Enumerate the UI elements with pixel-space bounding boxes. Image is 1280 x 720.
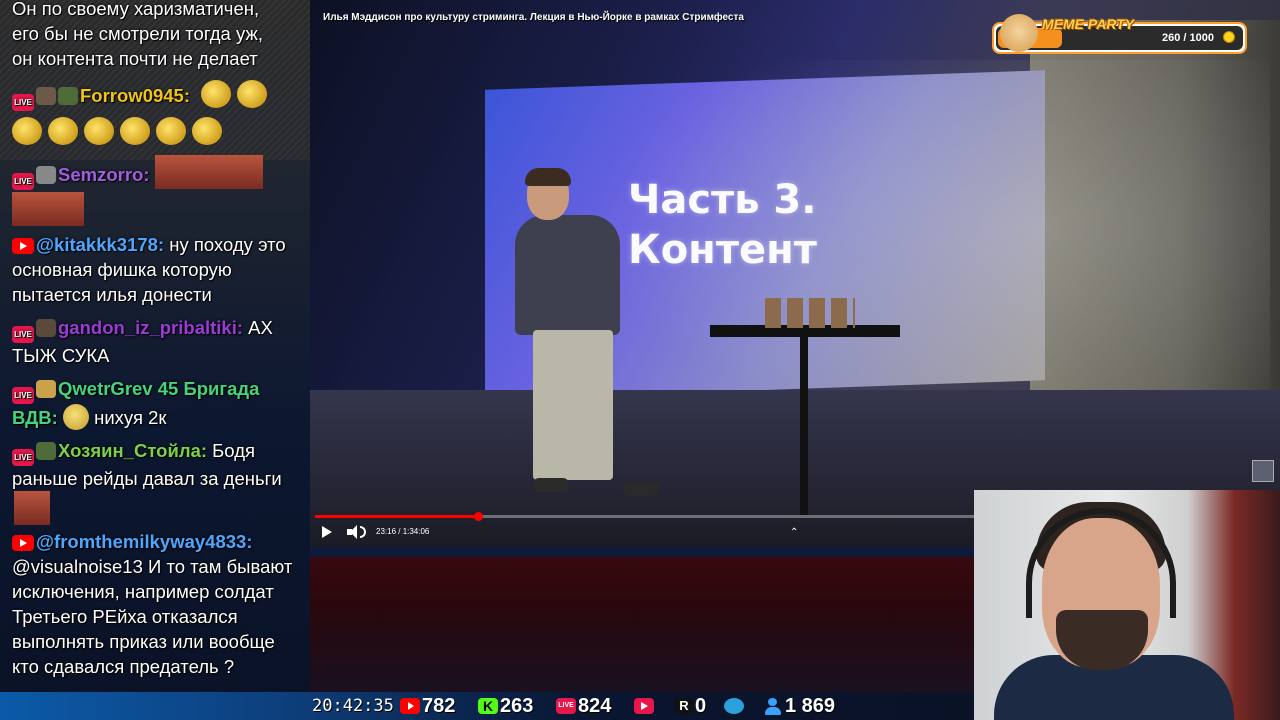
video-player[interactable]: Часть 3. Контент Илья Мэддисон про культ… xyxy=(310,0,1280,547)
user-icon xyxy=(763,698,783,715)
vk-live-badge-icon: LIVE xyxy=(12,449,34,466)
subscriber-badge-icon xyxy=(36,319,56,337)
chat-emote-row xyxy=(12,192,304,226)
vk-live-badge-icon: LIVE xyxy=(12,326,34,343)
emote-icon xyxy=(156,117,186,145)
chat-nick[interactable]: @kitakkk3178: xyxy=(36,234,164,255)
chat-text: @visualnoise13 И то там бывают исключени… xyxy=(12,556,293,677)
volume-icon[interactable] xyxy=(347,525,361,539)
rutube-viewer-count: 0 xyxy=(695,695,707,717)
vk-live-badge-icon: LIVE xyxy=(12,387,34,404)
time-display: 23:16 / 1:34:06 xyxy=(376,527,430,536)
speaker xyxy=(505,168,659,500)
avatar xyxy=(1252,460,1274,482)
emote-icon xyxy=(62,404,89,430)
status-bar: 20:42:35 782 K 263 LIVE 824 R 0 1 869 xyxy=(0,692,974,720)
rank-badge-icon xyxy=(58,87,78,105)
vk-live-badge-icon: LIVE xyxy=(12,94,34,111)
emote-icon xyxy=(190,155,227,189)
youtube-icon xyxy=(400,698,420,714)
kick-viewer-count: 263 xyxy=(500,695,534,717)
emote-icon xyxy=(120,117,150,145)
video-title: Илья Мэддисон про культуру стриминга. Ле… xyxy=(323,12,744,23)
vk-live-badge-icon: LIVE xyxy=(12,173,34,190)
emote-icon xyxy=(154,155,191,189)
webcam-feed xyxy=(974,490,1280,720)
chat-messages: Он по своему харизматичен, его бы не смо… xyxy=(0,0,310,679)
emote-icon xyxy=(201,80,232,108)
speaker-hair xyxy=(525,168,571,186)
chat-line: Он по своему харизматичен, xyxy=(12,0,304,21)
emote-icon xyxy=(14,491,50,525)
rank-badge-icon xyxy=(36,442,56,460)
total-viewer-count: 1 869 xyxy=(785,695,836,717)
chevron-up-icon[interactable]: ⌃ xyxy=(790,527,798,538)
meme-party-title: MEME PARTY xyxy=(1042,16,1135,32)
chat-line: его бы не смотрели тогда уж, xyxy=(12,21,304,46)
progress-fill xyxy=(315,515,479,518)
chat-line: он контента почти не делает xyxy=(12,46,304,71)
telegram-icon xyxy=(724,698,744,714)
cups xyxy=(765,298,855,328)
rutube-icon: R xyxy=(674,698,694,714)
chat-message: @fromthemilkyway4833: @visualnoise13 И т… xyxy=(12,529,304,679)
volume-wave-icon xyxy=(360,526,366,538)
player-controls: 23:16 / 1:34:06 ⌃ xyxy=(310,510,975,547)
subscriber-badge-icon xyxy=(36,87,56,105)
vk-live-icon: LIVE xyxy=(556,698,576,714)
chat-text: Он по своему харизматичен, xyxy=(12,0,260,19)
lower-strip xyxy=(310,547,975,557)
speaker-shoe xyxy=(533,478,569,492)
chat-message: @kitakkk3178: ну походу это основная фиш… xyxy=(12,232,304,307)
coin-icon xyxy=(1223,31,1235,43)
doge-icon xyxy=(1000,14,1038,52)
stage-table-leg xyxy=(800,335,808,515)
play-icon[interactable] xyxy=(322,526,332,538)
slide-text: Часть 3. Контент xyxy=(628,175,817,275)
slide-line: Контент xyxy=(628,227,817,273)
chat-text: нихуя 2к xyxy=(88,407,167,428)
emote-icon xyxy=(12,117,42,145)
speaker-shirt xyxy=(515,215,620,335)
chat-nick[interactable]: @fromthemilkyway4833: xyxy=(36,531,253,552)
youtube-badge-icon xyxy=(12,535,34,551)
youtube-viewer-count: 782 xyxy=(422,695,456,717)
emote-icon xyxy=(48,192,84,226)
slide-line: Часть 3. xyxy=(628,177,817,223)
speaker-pants xyxy=(533,330,613,480)
chat-message: LIVE Хозяин_Стойла: Бодя раньше рейды дав… xyxy=(12,438,304,525)
chat-nick[interactable]: Semzorro: xyxy=(58,164,150,185)
lower-panel xyxy=(310,547,975,692)
progress-bar[interactable] xyxy=(315,512,975,521)
kick-icon: K xyxy=(478,698,498,714)
vk-play-icon xyxy=(634,698,654,714)
emote-icon xyxy=(84,117,114,145)
speaker-shoe xyxy=(623,482,659,496)
emote-icon xyxy=(12,192,48,226)
chat-nick[interactable]: Хозяин_Стойла: xyxy=(58,440,207,461)
chat-message: LIVE Semzorro: xyxy=(12,155,304,190)
meme-party-score: 260 / 1000 xyxy=(1162,32,1214,44)
chat-emote-row xyxy=(12,117,304,145)
vklive-viewer-count: 824 xyxy=(578,695,612,717)
subscriber-badge-icon xyxy=(36,166,56,184)
chat-message: LIVE gandon_iz_pribaltiki: АХ ТЫЖ СУКА xyxy=(12,315,304,368)
emote-icon xyxy=(192,117,222,145)
emote-icon xyxy=(237,80,268,108)
emote-icon xyxy=(226,155,263,189)
chat-text: он контента почти не делает xyxy=(12,48,258,69)
youtube-badge-icon xyxy=(12,238,34,254)
emote-icon xyxy=(48,117,78,145)
subscriber-badge-icon xyxy=(36,380,56,398)
chat-nick[interactable]: Forrow0945: xyxy=(80,85,190,106)
clock: 20:42:35 xyxy=(312,696,394,716)
chat-text: его бы не смотрели тогда уж, xyxy=(12,23,263,44)
chat-message: LIVE Forrow0945: xyxy=(12,80,304,111)
chat-message: LIVE QwetrGrev 45 Бригада ВДВ: нихуя 2к xyxy=(12,376,304,430)
chat-nick[interactable]: gandon_iz_pribaltiki: xyxy=(58,317,243,338)
progress-scrubber[interactable] xyxy=(474,512,484,521)
chat-panel: Он по своему харизматичен, его бы не смо… xyxy=(0,0,310,720)
